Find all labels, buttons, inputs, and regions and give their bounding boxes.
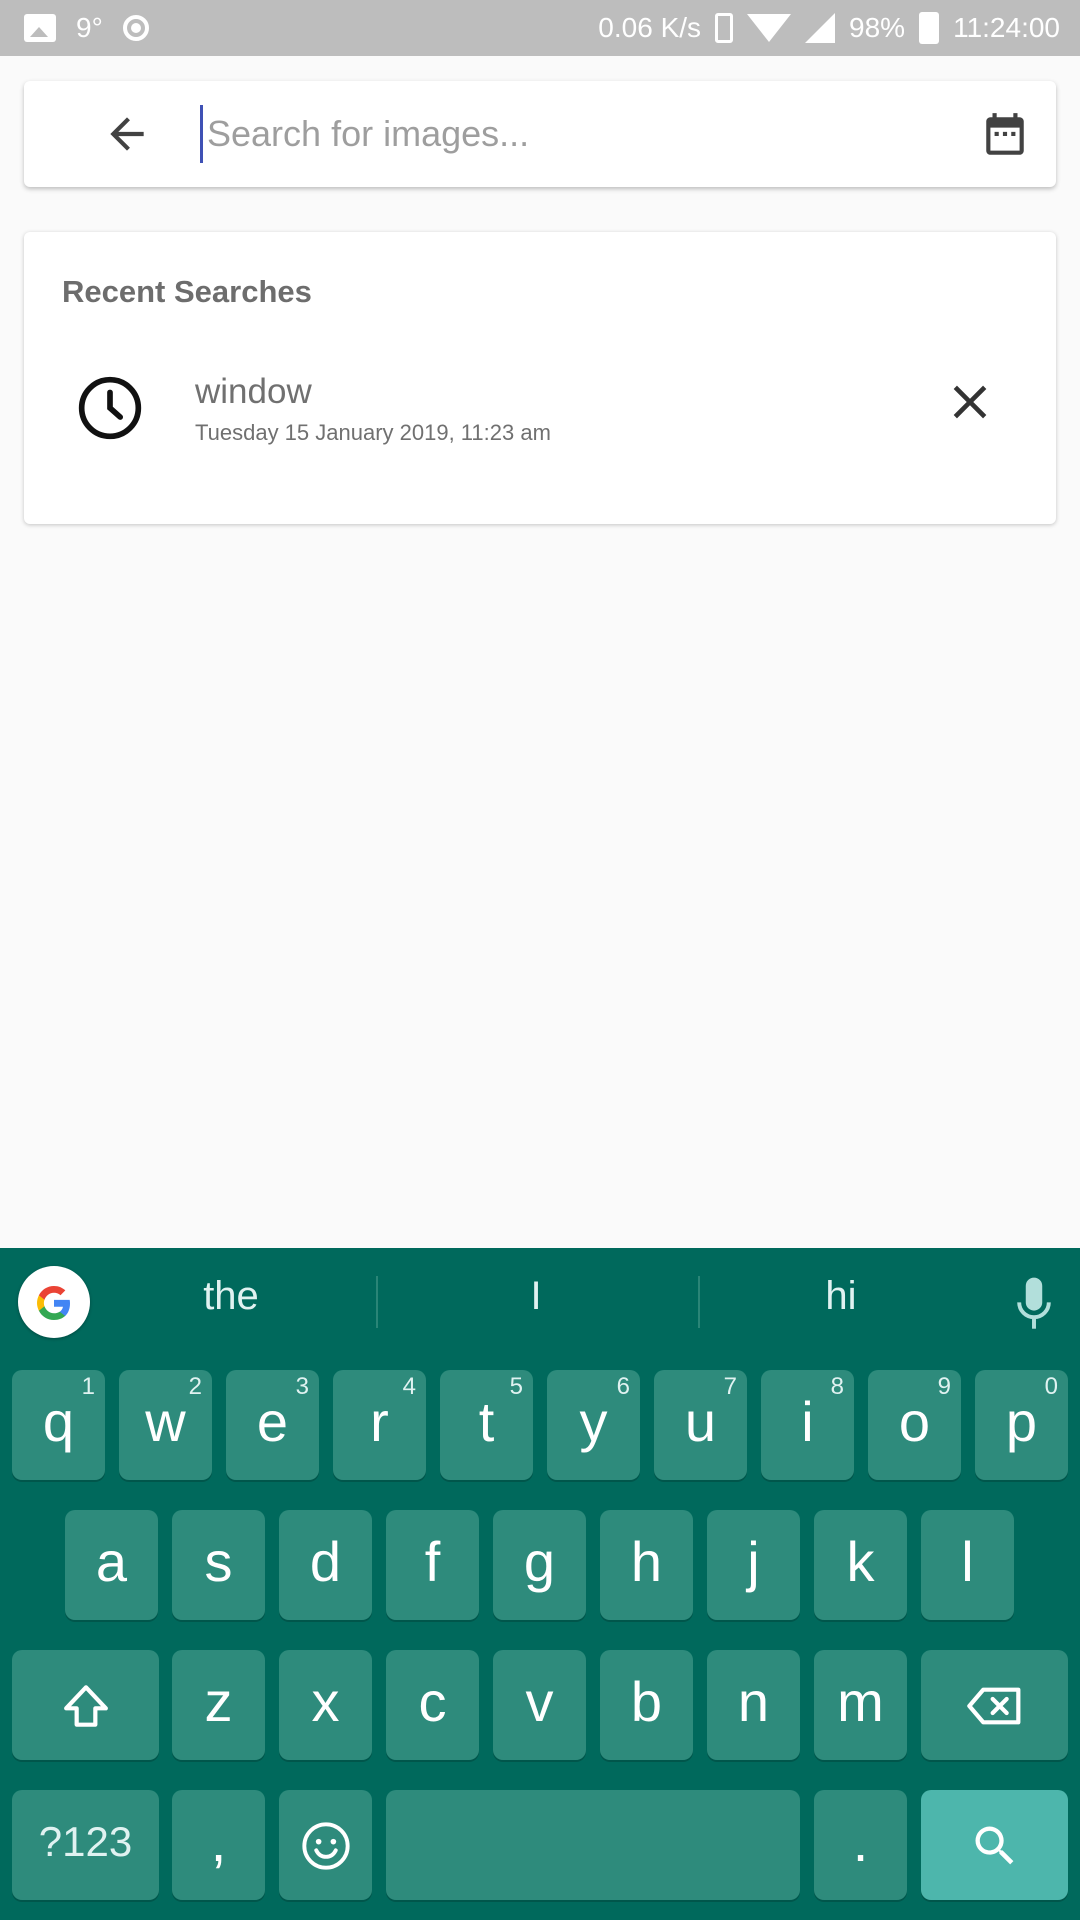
- search-input[interactable]: [200, 105, 967, 163]
- status-bar: 9° 0.06 K/s 98% 11:24:00: [0, 0, 1080, 56]
- key-label: o: [898, 1390, 931, 1453]
- suggestion-divider: [698, 1276, 700, 1328]
- calendar-button[interactable]: [980, 111, 1030, 161]
- signal-icon: [805, 13, 836, 43]
- google-logo-button[interactable]: [18, 1266, 90, 1338]
- key-label: q: [42, 1390, 75, 1453]
- recent-searches-title: Recent Searches: [62, 274, 312, 309]
- clock-icon: [78, 376, 142, 440]
- back-button[interactable]: [102, 109, 152, 159]
- search-action-key[interactable]: [921, 1790, 1068, 1900]
- key-hint: 2: [188, 1373, 202, 1400]
- temperature: 9°: [76, 12, 103, 43]
- microphone-icon[interactable]: [1014, 1276, 1054, 1332]
- calendar-icon: [986, 113, 1024, 155]
- key-label: i: [801, 1390, 814, 1453]
- key-hint: 8: [830, 1373, 844, 1400]
- key-hint: 6: [616, 1373, 630, 1400]
- key-a[interactable]: a: [65, 1510, 158, 1620]
- emoji-key[interactable]: [279, 1790, 372, 1900]
- key-i[interactable]: i8: [761, 1370, 854, 1480]
- key-hint: 7: [723, 1373, 737, 1400]
- search-bar: [24, 81, 1056, 187]
- key-r[interactable]: r4: [333, 1370, 426, 1480]
- key-p[interactable]: p0: [975, 1370, 1068, 1480]
- suggestion-divider: [376, 1276, 378, 1328]
- key-o[interactable]: o9: [868, 1370, 961, 1480]
- soft-keyboard: the I hi q1 w2 e3 r4 t5 y6 u7 i8 o9 p0 a…: [0, 1248, 1080, 1920]
- key-label: r: [370, 1390, 389, 1453]
- shift-icon: [63, 1685, 108, 1727]
- net-speed: 0.06 K/s: [598, 12, 702, 43]
- key-c[interactable]: c: [386, 1650, 479, 1760]
- key-g[interactable]: g: [493, 1510, 586, 1620]
- key-hint: 5: [509, 1373, 523, 1400]
- key-t[interactable]: t5: [440, 1370, 533, 1480]
- wifi-icon: [747, 14, 792, 42]
- key-s[interactable]: s: [172, 1510, 265, 1620]
- key-hint: 0: [1044, 1373, 1058, 1400]
- key-h[interactable]: h: [600, 1510, 693, 1620]
- arrow-left-icon: [110, 117, 144, 151]
- recent-search-date: Tuesday 15 January 2019, 11:23 am: [195, 420, 551, 445]
- key-label: t: [478, 1390, 495, 1453]
- key-f[interactable]: f: [386, 1510, 479, 1620]
- search-icon: [975, 1826, 1013, 1865]
- backspace-key[interactable]: [921, 1650, 1068, 1760]
- battery-level: 98%: [849, 12, 906, 43]
- vibrate-icon: [715, 13, 734, 43]
- key-y[interactable]: y6: [547, 1370, 640, 1480]
- key-n[interactable]: n: [707, 1650, 800, 1760]
- battery-charging-icon: [919, 12, 940, 44]
- key-hint: 3: [295, 1373, 309, 1400]
- close-icon: [953, 385, 987, 419]
- key-k[interactable]: k: [814, 1510, 907, 1620]
- key-hint: 9: [937, 1373, 951, 1400]
- key-hint: 1: [81, 1373, 95, 1400]
- google-g-icon: [37, 1286, 70, 1320]
- remove-recent-search-button[interactable]: [942, 374, 998, 430]
- key-v[interactable]: v: [493, 1650, 586, 1760]
- key-hint: 4: [402, 1373, 416, 1400]
- recent-search-term[interactable]: window: [195, 372, 312, 412]
- suggestion-3[interactable]: hi: [741, 1274, 941, 1319]
- comma-key[interactable]: ,: [172, 1790, 265, 1900]
- key-label: u: [684, 1390, 717, 1453]
- key-q[interactable]: q1: [12, 1370, 105, 1480]
- symbols-key[interactable]: ?123: [12, 1790, 159, 1900]
- key-label: e: [256, 1390, 289, 1453]
- key-e[interactable]: e3: [226, 1370, 319, 1480]
- key-x[interactable]: x: [279, 1650, 372, 1760]
- backspace-icon: [966, 1687, 1020, 1725]
- shift-key[interactable]: [12, 1650, 159, 1760]
- circle-icon: [122, 15, 149, 41]
- key-label: y: [579, 1390, 608, 1453]
- key-l[interactable]: l: [921, 1510, 1014, 1620]
- key-w[interactable]: w2: [119, 1370, 212, 1480]
- key-u[interactable]: u7: [654, 1370, 747, 1480]
- emoji-icon: [301, 1822, 350, 1870]
- recent-searches-card: Recent Searches window Tuesday 15 Januar…: [24, 232, 1056, 524]
- suggestion-1[interactable]: the: [131, 1274, 331, 1319]
- picture-icon: [24, 14, 56, 42]
- key-m[interactable]: m: [814, 1650, 907, 1760]
- key-label: p: [1005, 1390, 1038, 1453]
- key-j[interactable]: j: [707, 1510, 800, 1620]
- key-label: w: [145, 1390, 186, 1453]
- key-b[interactable]: b: [600, 1650, 693, 1760]
- key-d[interactable]: d: [279, 1510, 372, 1620]
- suggestion-strip: the I hi: [0, 1248, 1080, 1358]
- period-key[interactable]: .: [814, 1790, 907, 1900]
- clock-time: 11:24:00: [953, 12, 1060, 43]
- suggestion-2[interactable]: I: [436, 1274, 636, 1319]
- key-z[interactable]: z: [172, 1650, 265, 1760]
- space-key[interactable]: [386, 1790, 800, 1900]
